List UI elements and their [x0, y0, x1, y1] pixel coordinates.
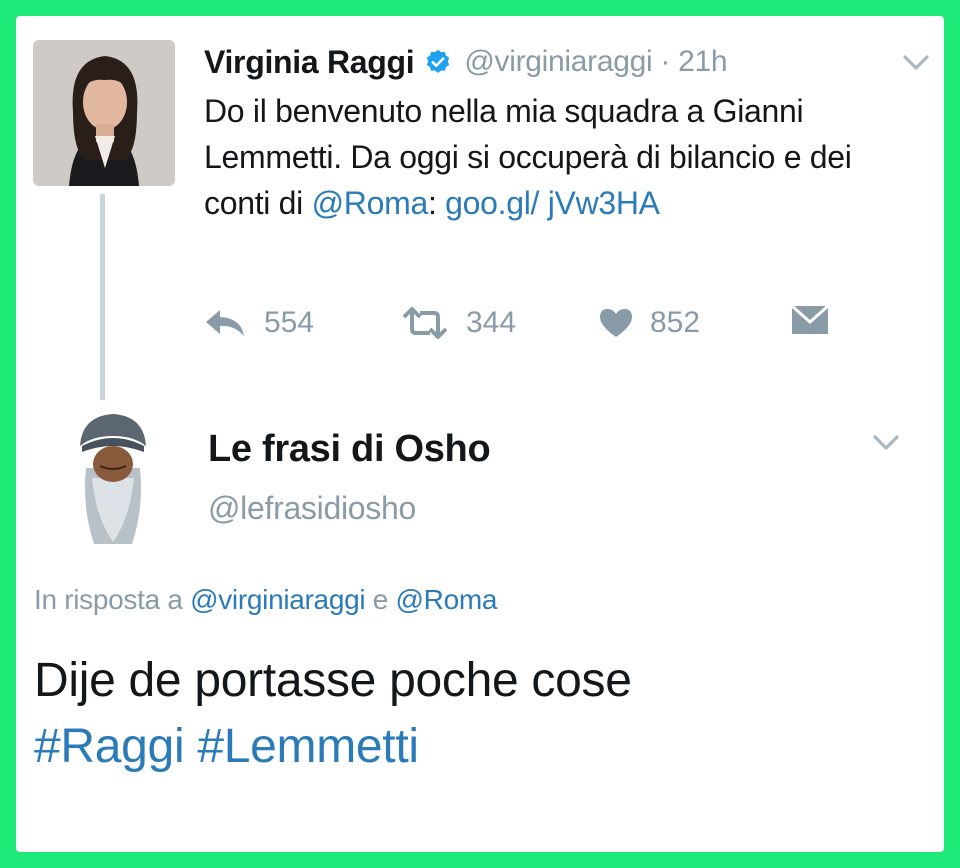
- url-link[interactable]: goo.gl/ jVw3HA: [445, 185, 660, 221]
- reply-button[interactable]: 554: [204, 306, 314, 340]
- chevron-down-icon[interactable]: [872, 434, 900, 457]
- chevron-down-icon[interactable]: [902, 54, 930, 77]
- like-count: 852: [650, 306, 701, 339]
- mention-link[interactable]: @Roma: [396, 584, 498, 615]
- like-button[interactable]: 852: [598, 306, 700, 340]
- verified-badge-icon: [424, 48, 452, 76]
- in-reply-to-line: In risposta a @virginiaraggi e @Roma: [34, 584, 498, 615]
- author-avatar[interactable]: [33, 40, 175, 186]
- reply-author-name[interactable]: Le frasi di Osho: [208, 428, 491, 471]
- hashtag-link[interactable]: #Raggi: [34, 720, 185, 773]
- tweet-text: Do il benvenuto nella mia squadra a Gian…: [204, 93, 852, 221]
- mention-link[interactable]: @Roma: [312, 185, 429, 221]
- reply-tweet-text: Dije de portasse poche cose #Raggi #Lemme…: [34, 654, 632, 773]
- retweet-count: 344: [466, 306, 517, 339]
- retweet-icon: [402, 307, 448, 339]
- tweet-thread-card: Virginia Raggi @virginiaraggi · 21h Do i…: [16, 16, 944, 852]
- reply-icon: [206, 310, 244, 336]
- reply-count: 554: [264, 306, 315, 339]
- reply-author-avatar[interactable]: [74, 408, 152, 548]
- avatar-portrait-image: [74, 408, 152, 548]
- envelope-icon: [791, 304, 829, 334]
- mention-link[interactable]: @virginiaraggi: [190, 584, 366, 615]
- reply-author-handle[interactable]: @lefrasidiosho: [208, 490, 416, 527]
- retweet-button[interactable]: 344: [400, 306, 516, 340]
- tweet-header: Virginia Raggi @virginiaraggi · 21h: [204, 40, 728, 84]
- author-handle[interactable]: @virginiaraggi · 21h: [464, 45, 727, 79]
- direct-message-button[interactable]: [790, 304, 830, 336]
- author-name[interactable]: Virginia Raggi: [204, 44, 415, 81]
- hashtag-link[interactable]: #Lemmetti: [197, 720, 419, 773]
- avatar-portrait-image: [33, 40, 175, 186]
- thread-connector-line: [100, 194, 105, 400]
- heart-icon: [600, 309, 632, 337]
- tweet-timestamp[interactable]: 21h: [678, 45, 727, 78]
